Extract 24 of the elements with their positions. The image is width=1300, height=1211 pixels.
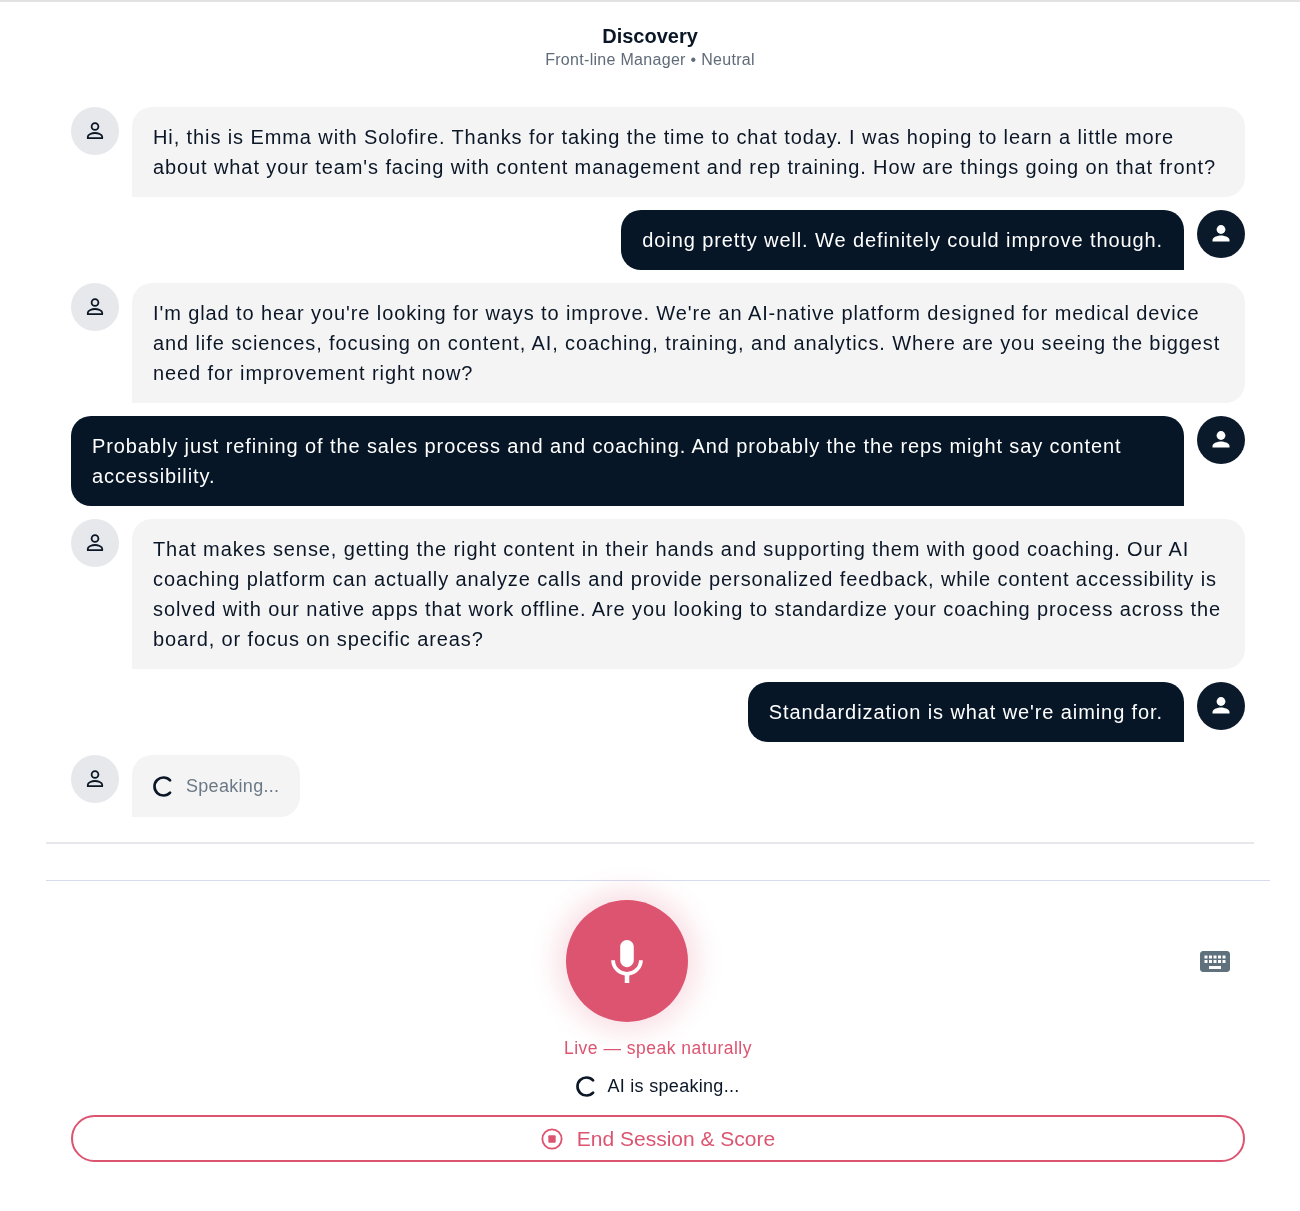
- keyboard-icon: [1200, 950, 1230, 972]
- page-title: Discovery: [602, 24, 698, 49]
- page-subtitle: Front-line Manager • Neutral: [545, 50, 755, 70]
- typing-status: Speaking...: [186, 775, 280, 798]
- spinner-icon: [576, 1075, 596, 1097]
- person-avatar-icon: [71, 107, 119, 155]
- message-bubble: I'm glad to hear you're looking for ways to improve. We're an AI-native platform designed for medical device and life sciences, focusing on content, AI, coaching, training, and analytics. Where are you seeing the biggest need for improvement right now?: [132, 283, 1245, 403]
- person-avatar-icon: [71, 283, 119, 331]
- person-avatar-icon: [71, 755, 119, 803]
- stop-icon: [540, 1127, 563, 1150]
- person-avatar-icon: [1197, 210, 1245, 258]
- message-bubble: doing pretty well. We definitely could improve though.: [621, 210, 1184, 270]
- spinner-icon: [153, 775, 172, 797]
- person-avatar-icon: [71, 519, 119, 567]
- voice-status: Live — speak naturally: [563, 1037, 752, 1059]
- message-bubble: Probably just refining of the sales process and and coaching. And probably the the reps might say content accessibility.: [71, 416, 1184, 506]
- message-bubble: That makes sense, getting the right content in their hands and supporting them with good coaching. Our AI coaching platform can actually analyze calls and provide personalized feedback, while content accessibility is solved with our native apps that work offline. Are you looking to standardize your coaching process across the board, or focus on specific areas?: [132, 519, 1245, 669]
- end-session-button[interactable]: End Session & Score: [71, 1115, 1245, 1162]
- message-bubble: Hi, this is Emma with Solofire. Thanks for taking the time to chat today. I was hoping to learn a little more about what your team's facing with content management and rep training. How are things going on that front?: [132, 107, 1245, 197]
- microphone-icon: [611, 939, 643, 983]
- message-bubble: Standardization is what we're aiming for.: [747, 682, 1184, 742]
- activity-status: AI is speaking...: [607, 1075, 740, 1098]
- person-avatar-icon: [1197, 682, 1245, 730]
- person-avatar-icon: [1197, 416, 1245, 464]
